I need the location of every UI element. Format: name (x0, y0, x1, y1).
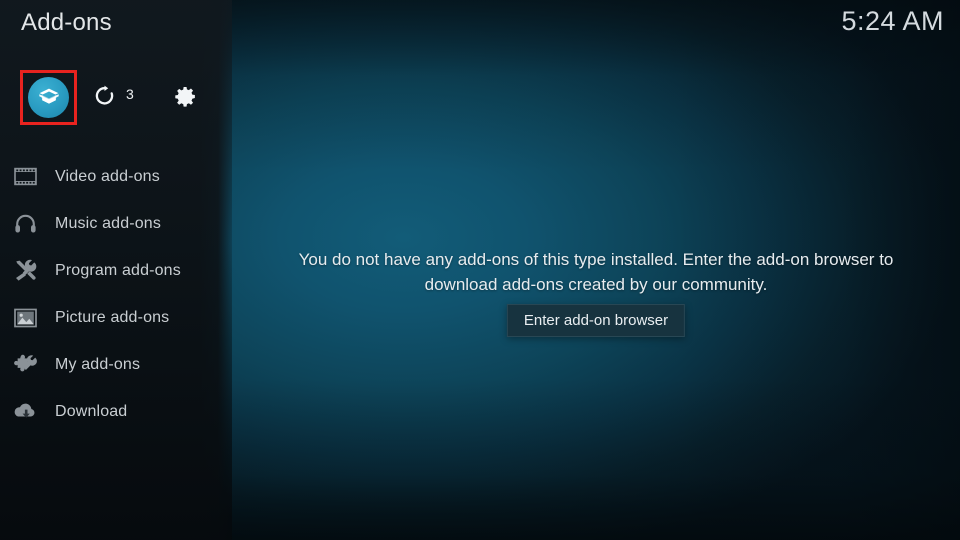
main-content-area: You do not have any add-ons of this type… (232, 0, 960, 540)
sidebar-item-label: Video add-ons (55, 167, 160, 185)
update-count-badge: 3 (126, 86, 134, 102)
gear-icon (173, 84, 198, 109)
enter-addon-browser-button[interactable]: Enter add-on browser (506, 304, 686, 337)
sidebar-item-program-addons[interactable]: Program add-ons (0, 247, 232, 294)
page-title: Add-ons (21, 9, 112, 36)
cloud-download-icon (10, 397, 40, 427)
sidebar-item-music-addons[interactable]: Music add-ons (0, 200, 232, 247)
sidebar-item-label: Picture add-ons (55, 308, 170, 326)
sidebar-item-label: Music add-ons (55, 214, 161, 232)
settings-button[interactable] (171, 82, 199, 110)
sidebar-item-download[interactable]: Download (0, 388, 232, 435)
sidebar-item-video-addons[interactable]: Video add-ons (0, 153, 232, 200)
sidebar-item-label: Program add-ons (55, 261, 181, 279)
program-tools-icon (10, 256, 40, 286)
addon-box-button[interactable] (20, 70, 77, 125)
empty-state-message: You do not have any add-ons of this type… (298, 250, 894, 294)
picture-frame-icon (10, 303, 40, 333)
sidebar-item-label: My add-ons (55, 355, 141, 373)
sidebar-item-my-addons[interactable]: My add-ons (0, 341, 232, 388)
clock: 5:24 AM (841, 6, 944, 36)
headphones-icon (10, 209, 40, 239)
kodi-addons-screen: You do not have any add-ons of this type… (0, 0, 960, 540)
puzzle-wrench-icon (10, 350, 40, 380)
sidebar-item-picture-addons[interactable]: Picture add-ons (0, 294, 232, 341)
refresh-button[interactable] (92, 82, 116, 110)
sidebar-menu: Video add-ons Music add-ons Program add-… (0, 153, 232, 435)
refresh-icon (94, 85, 115, 107)
highlight-rectangle (20, 70, 77, 125)
sidebar-item-label: Download (55, 402, 128, 420)
film-strip-icon (10, 162, 40, 192)
addon-toolbar: 3 (0, 70, 232, 126)
